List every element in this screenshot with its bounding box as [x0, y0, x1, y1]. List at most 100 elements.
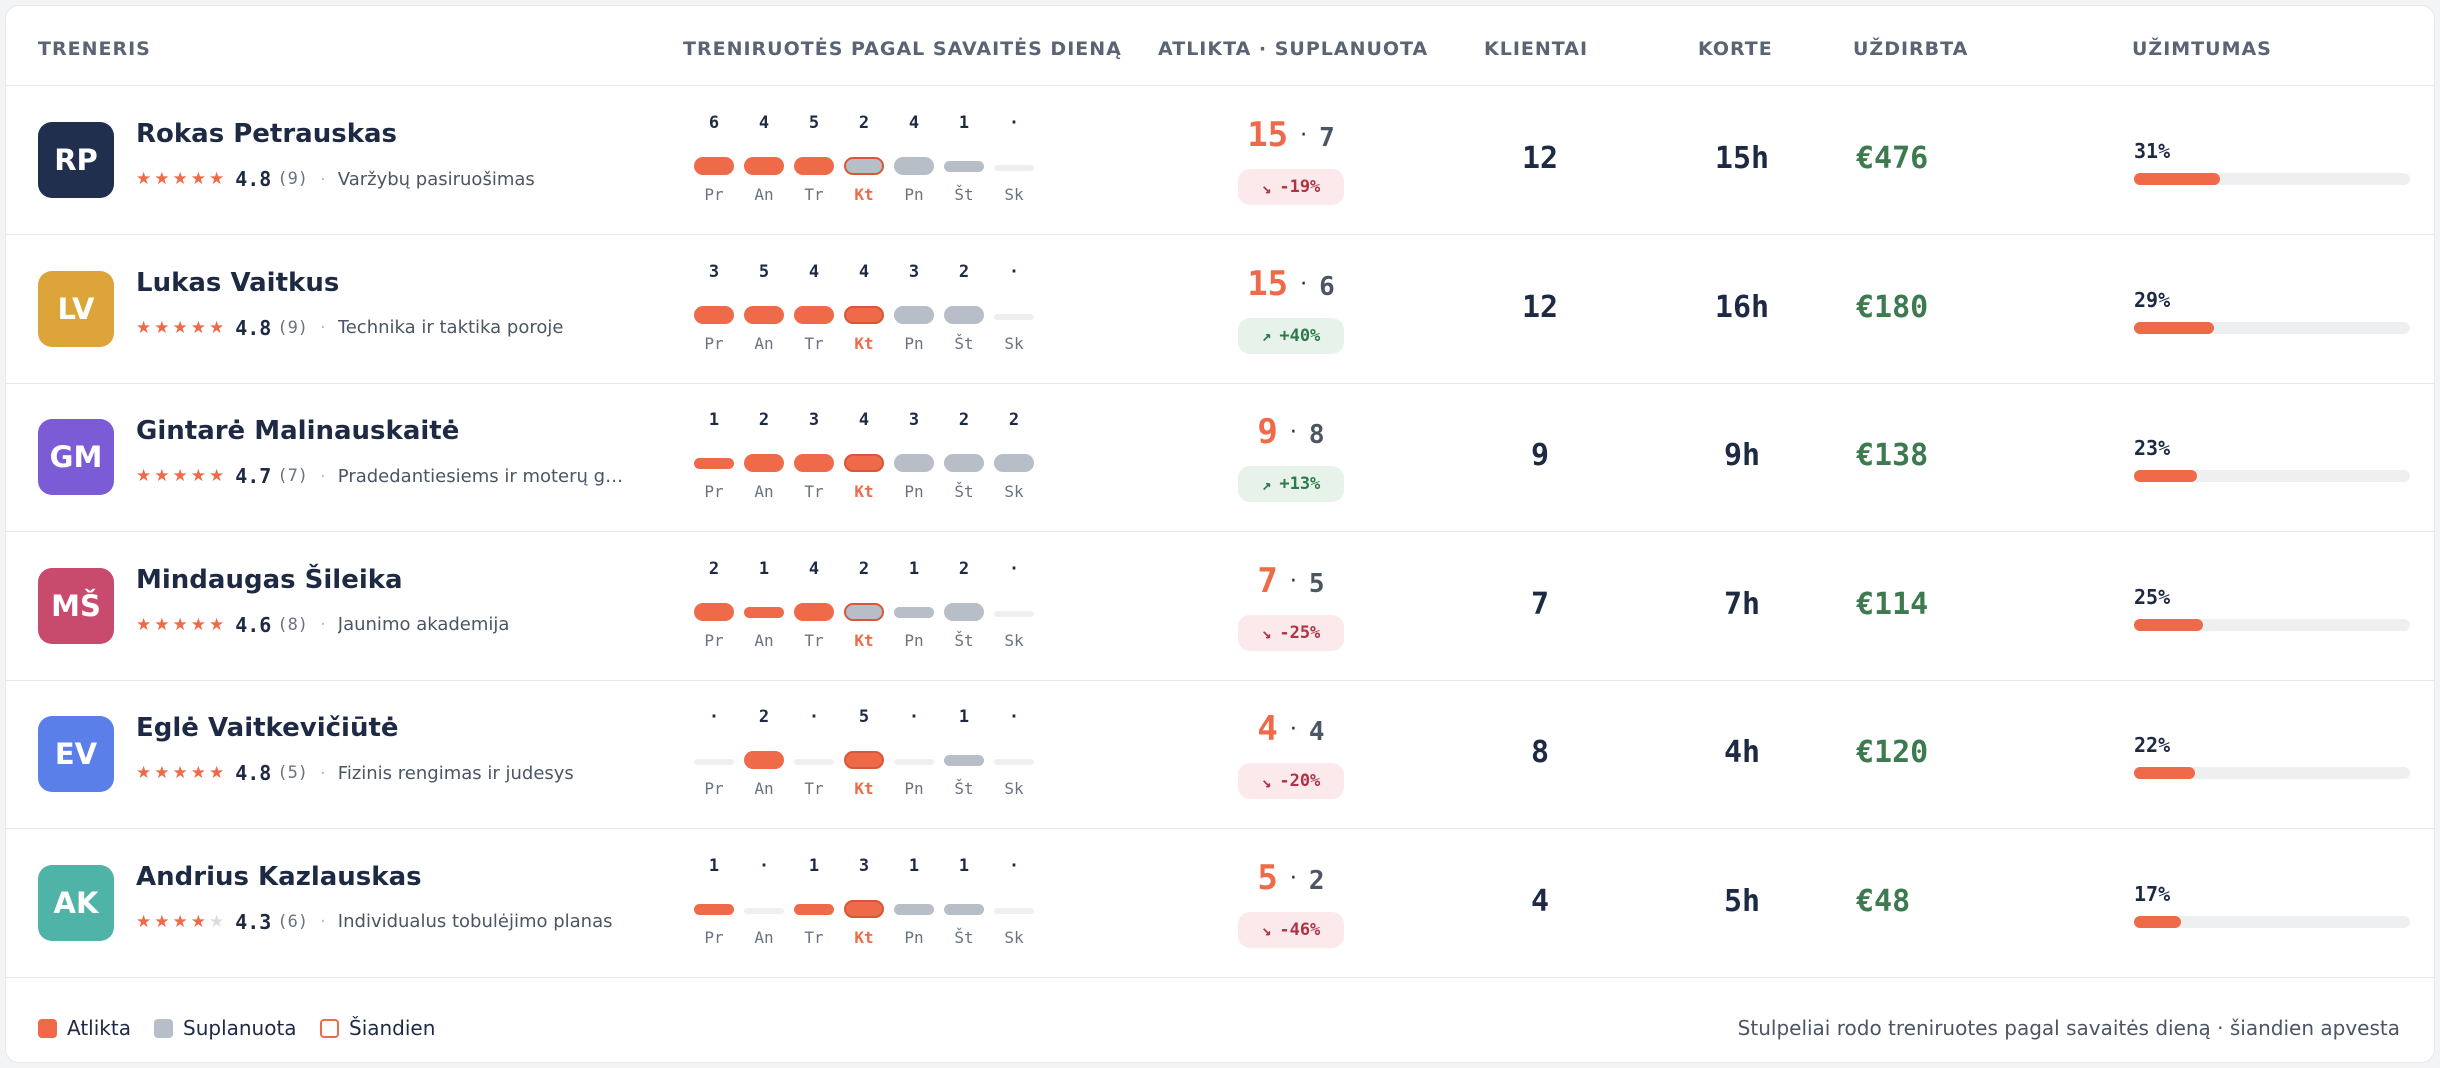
- day-column[interactable]: · Pn: [889, 707, 939, 807]
- day-count: 4: [808, 261, 820, 282]
- day-column[interactable]: 2 Št: [939, 410, 989, 510]
- day-count: 1: [958, 707, 970, 727]
- col-header-court[interactable]: KORTE: [1698, 38, 1773, 60]
- trainer-name[interactable]: Mindaugas Šileika: [136, 565, 403, 595]
- table-row[interactable]: LV Lukas Vaitkus ★★★★★ 4.8 (9) · Technika ir t…: [6, 236, 2434, 384]
- earned-amount: €120: [1856, 735, 1929, 770]
- trainer-specialty: Fizinis rengimas ir judesys: [337, 762, 574, 784]
- col-header-trainer[interactable]: TRENERIS: [38, 38, 151, 60]
- day-count: 4: [808, 558, 820, 579]
- planned-count: 4: [1308, 717, 1325, 747]
- avatar[interactable]: AK: [38, 864, 114, 941]
- day-column[interactable]: · Sk: [989, 262, 1039, 362]
- day-column[interactable]: 2 Sk: [989, 410, 1039, 510]
- day-column[interactable]: 4 Tr: [789, 262, 839, 362]
- day-column[interactable]: · Sk: [989, 707, 1039, 807]
- avatar[interactable]: RP: [38, 122, 114, 198]
- trainer-name[interactable]: Lukas Vaitkus: [136, 268, 339, 298]
- day-column[interactable]: · Sk: [989, 559, 1039, 659]
- table-row[interactable]: AK Andrius Kazlauskas ★★★★★ 4.3 (6) · Individu…: [6, 830, 2434, 978]
- day-column[interactable]: 4 Tr: [789, 559, 839, 659]
- table-row[interactable]: RP Rokas Petrauskas ★★★★★ 4.8 (9) · Varžybų pa…: [6, 87, 2434, 235]
- occupancy-fill: [2134, 321, 2215, 334]
- legend-planned-label: Suplanuota: [183, 1016, 297, 1040]
- star-rating-icon: ★★★★★: [136, 911, 228, 932]
- avatar[interactable]: MŠ: [38, 567, 114, 644]
- day-label: Sk: [1004, 779, 1024, 798]
- review-count: (9): [277, 317, 309, 338]
- day-column[interactable]: 4 Kt: [839, 410, 889, 510]
- trainer-specialty: Individualus tobulėjimo planas: [337, 911, 613, 932]
- day-bar: [944, 602, 984, 621]
- day-column[interactable]: 3 Tr: [789, 410, 839, 510]
- day-column[interactable]: 5 An: [739, 262, 789, 362]
- day-column[interactable]: 4 An: [739, 113, 789, 213]
- day-column[interactable]: · Tr: [789, 707, 839, 807]
- col-header-done-planned[interactable]: ATLIKTA · SUPLANUOTA: [1158, 38, 1428, 60]
- day-column[interactable]: 3 Pn: [889, 262, 939, 362]
- col-header-earned[interactable]: UŽDIRBTA: [1853, 38, 1968, 60]
- day-column[interactable]: · An: [739, 856, 789, 956]
- trainer-name[interactable]: Gintarė Malinauskaitė: [136, 416, 459, 446]
- day-column[interactable]: · Sk: [989, 856, 1039, 956]
- day-column[interactable]: 2 Pr: [689, 559, 739, 659]
- day-column[interactable]: 1 Št: [939, 707, 989, 807]
- day-column[interactable]: 4 Kt: [839, 262, 889, 362]
- day-bar: [994, 907, 1034, 914]
- day-column[interactable]: 3 Pr: [689, 262, 739, 362]
- day-column[interactable]: 1 Pr: [689, 410, 739, 510]
- avatar[interactable]: EV: [38, 716, 114, 792]
- day-column[interactable]: 1 Tr: [789, 856, 839, 956]
- legend-planned: Suplanuota: [154, 1016, 297, 1040]
- trainer-name[interactable]: Eglė Vaitkevičiūtė: [136, 713, 399, 743]
- trainer-name[interactable]: Rokas Petrauskas: [136, 119, 397, 149]
- avatar[interactable]: GM: [38, 419, 114, 495]
- day-column[interactable]: 1 Pr: [689, 856, 739, 956]
- planned-count: 8: [1308, 420, 1325, 450]
- trainer-name[interactable]: Andrius Kazlauskas: [136, 862, 422, 892]
- day-column[interactable]: 1 Št: [939, 113, 989, 213]
- day-column[interactable]: 1 Št: [939, 856, 989, 956]
- table-row[interactable]: GM Gintarė Malinauskaitė ★★★★★ 4.7 (7) · Prade…: [6, 384, 2434, 532]
- day-bar: [694, 305, 734, 324]
- delta-value: +40%: [1279, 325, 1321, 346]
- day-count: 4: [858, 261, 870, 282]
- rating-value: 4.8: [235, 761, 272, 785]
- day-count: 3: [858, 855, 870, 876]
- day-column[interactable]: · Pr: [689, 707, 739, 807]
- col-header-clients[interactable]: KLIENTAI: [1484, 38, 1588, 60]
- day-count: 3: [908, 410, 920, 430]
- day-column[interactable]: 2 Kt: [839, 559, 889, 659]
- day-column[interactable]: 2 Št: [939, 262, 989, 362]
- day-column[interactable]: 1 Pn: [889, 856, 939, 956]
- day-column[interactable]: 1 Pn: [889, 559, 939, 659]
- col-header-occupancy[interactable]: UŽIMTUMAS: [2132, 38, 2272, 60]
- day-column[interactable]: 3 Kt: [839, 856, 889, 956]
- table-row[interactable]: MŠ Mindaugas Šileika ★★★★★ 4.6 (8) · Jaunimo a…: [6, 533, 2434, 681]
- star-rating-icon: ★★★★★: [136, 763, 228, 783]
- day-bar: [794, 305, 834, 324]
- day-label: An: [754, 779, 774, 798]
- day-column[interactable]: 2 Kt: [839, 113, 889, 213]
- table-row[interactable]: EV Eglė Vaitkevičiūtė ★★★★★ 4.8 (5) · Fizinis …: [6, 681, 2434, 829]
- avatar[interactable]: LV: [38, 270, 114, 347]
- trainer-meta: ★★★★★ 4.7 (7) · Pradedantiesiems ir moterų g…: [136, 463, 628, 489]
- delta-value: +13%: [1279, 474, 1321, 494]
- day-column[interactable]: · Sk: [989, 113, 1039, 213]
- day-column[interactable]: 5 Tr: [789, 113, 839, 213]
- day-column[interactable]: 2 Št: [939, 559, 989, 659]
- day-column[interactable]: 5 Kt: [839, 707, 889, 807]
- day-column[interactable]: 6 Pr: [689, 113, 739, 213]
- day-column[interactable]: 2 An: [739, 707, 789, 807]
- day-bar: [894, 759, 934, 765]
- col-header-by-day[interactable]: TRENIRUOTĖS PAGAL SAVAITĖS DIENĄ: [683, 38, 1122, 60]
- clients-count: 12: [1521, 141, 1559, 176]
- day-column[interactable]: 1 An: [739, 559, 789, 659]
- day-column[interactable]: 3 Pn: [889, 410, 939, 510]
- day-column[interactable]: 4 Pn: [889, 113, 939, 213]
- occupancy-bar: [2134, 321, 2410, 334]
- day-label: Kt: [854, 779, 874, 798]
- court-hours: 9h: [1723, 438, 1761, 473]
- done-planned: 7 · 5: [1166, 561, 1416, 601]
- day-column[interactable]: 2 An: [739, 410, 789, 510]
